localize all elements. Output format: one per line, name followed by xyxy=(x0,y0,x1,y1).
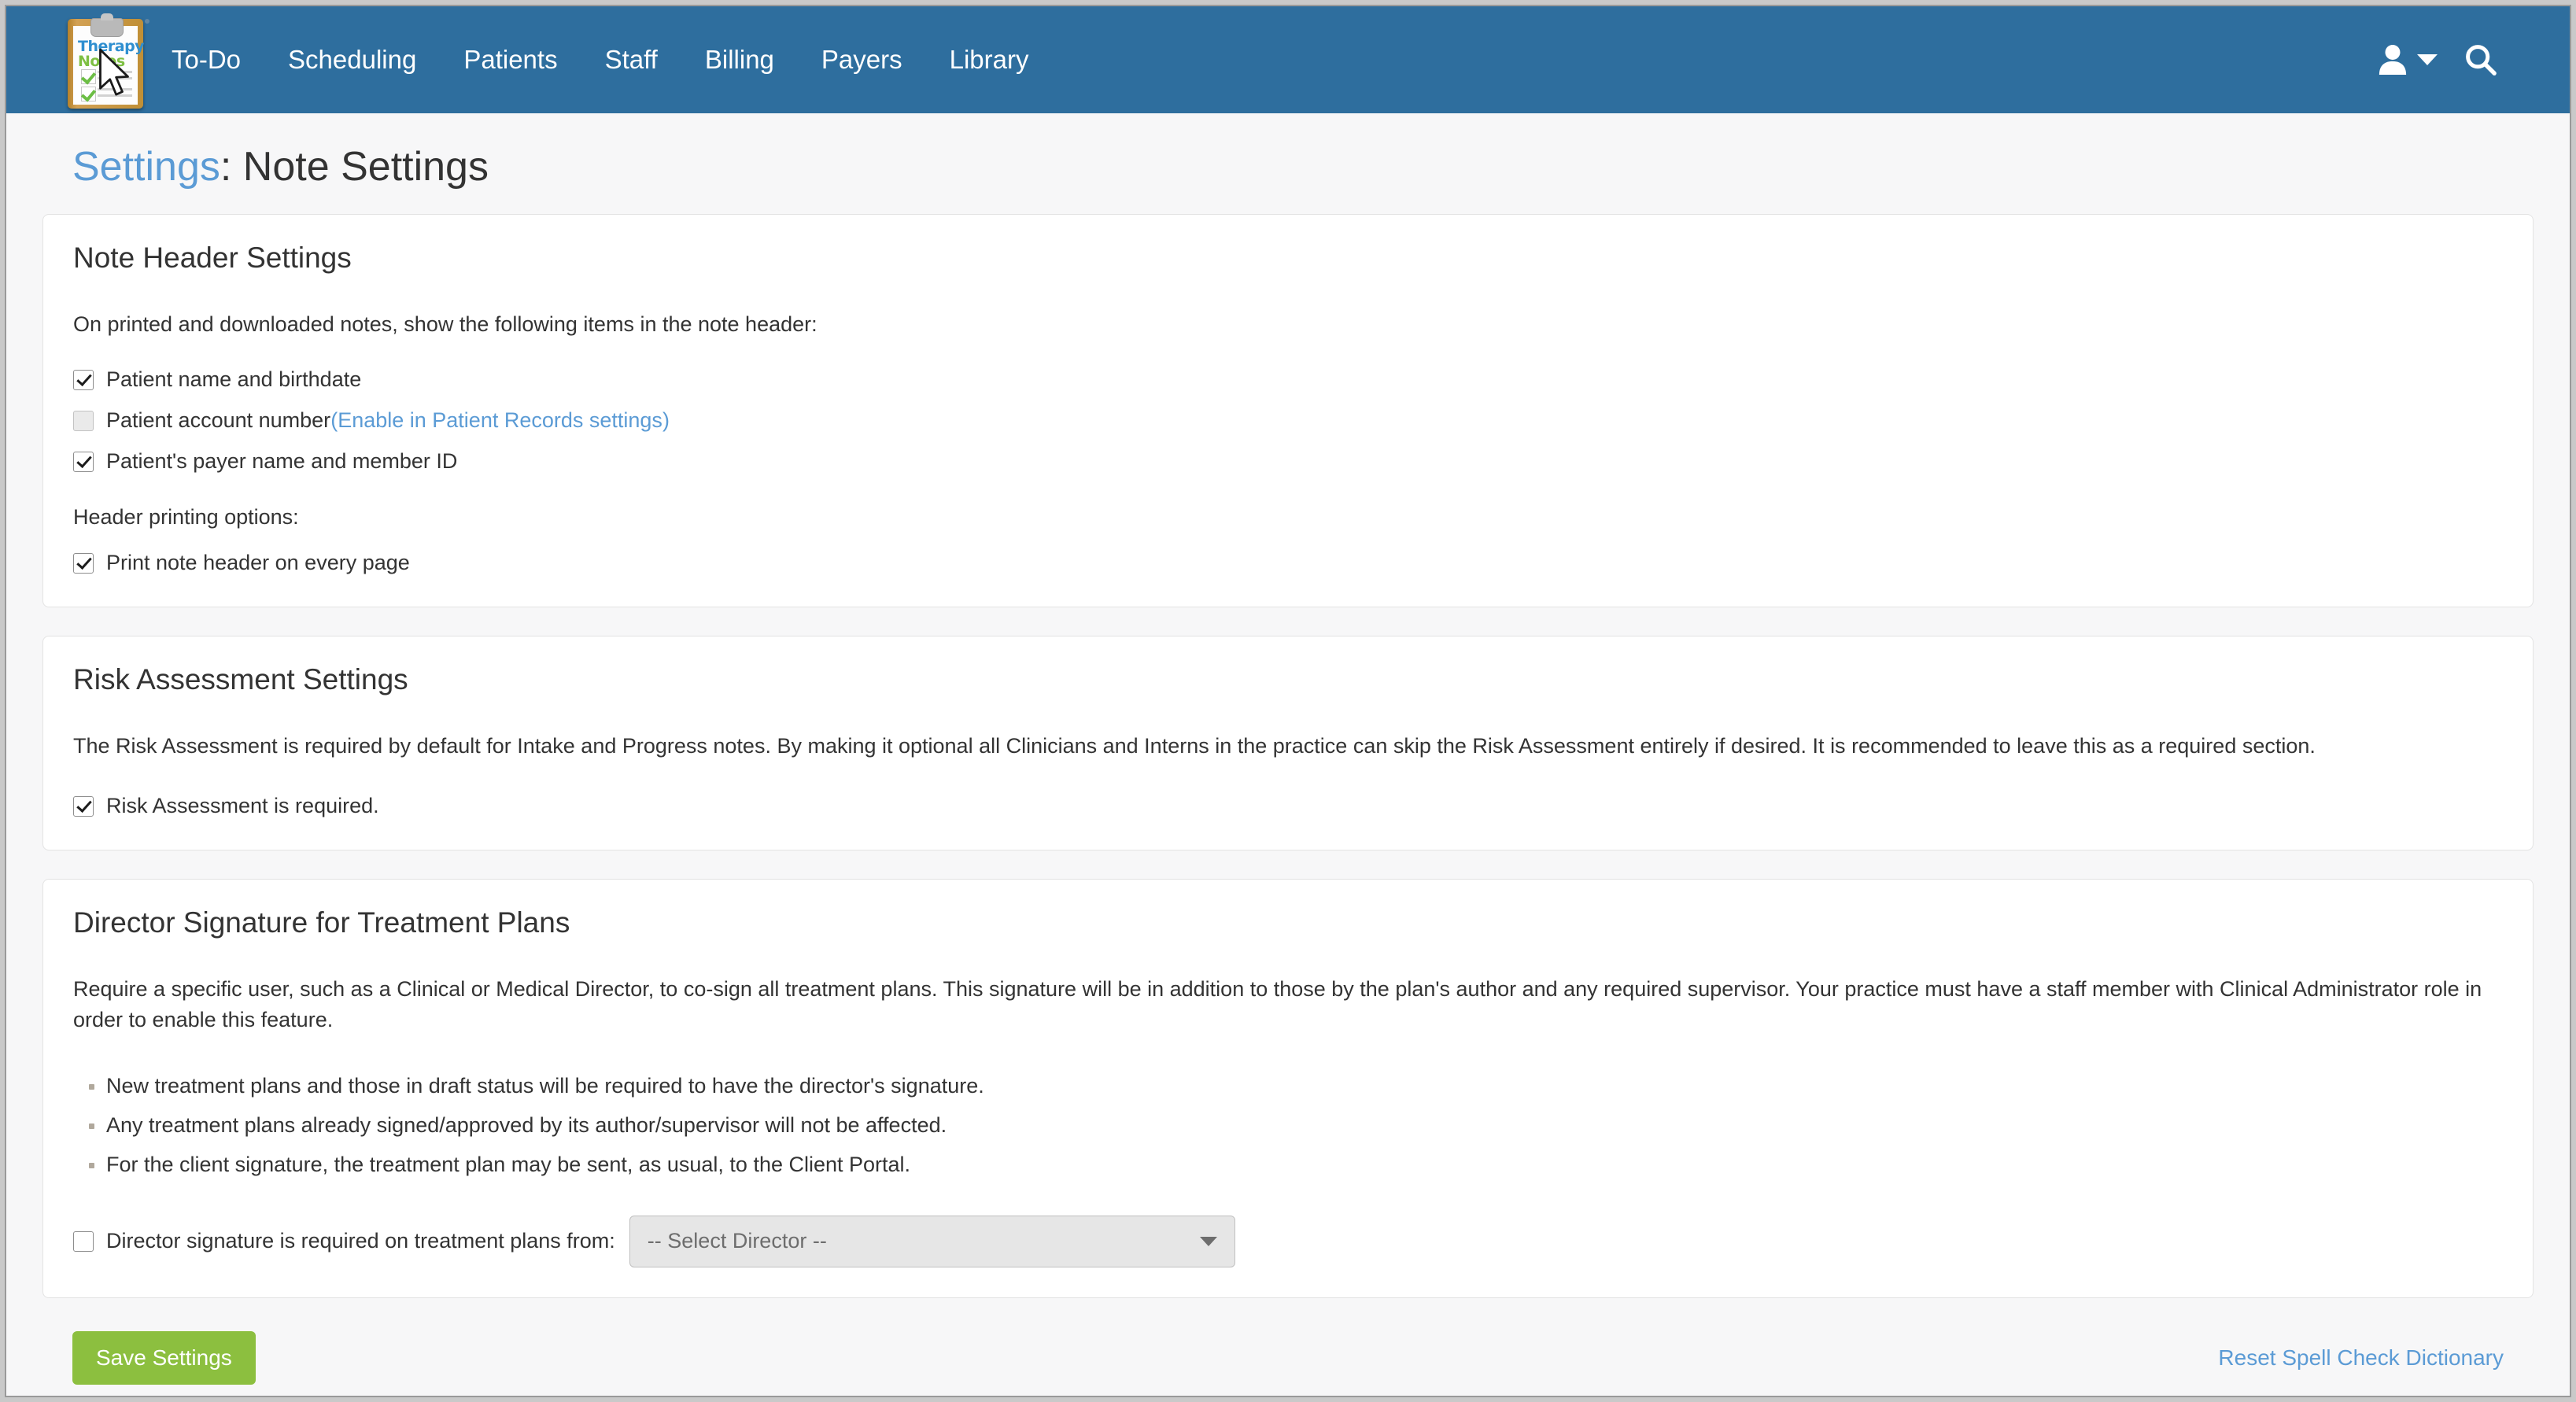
checkbox-print-note-header-every-page[interactable] xyxy=(73,553,94,574)
list-item: Any treatment plans already signed/appro… xyxy=(84,1105,2503,1145)
list-item: New treatment plans and those in draft s… xyxy=(84,1066,2503,1105)
director-select[interactable]: -- Select Director -- xyxy=(629,1216,1235,1267)
clipboard-icon: Therapy Notes xyxy=(68,19,143,109)
checkbox-director-signature-required[interactable] xyxy=(73,1231,94,1252)
checkbox-risk-assessment-required[interactable] xyxy=(73,796,94,817)
footer-actions: Save Settings Reset Spell Check Dictiona… xyxy=(42,1326,2534,1397)
checkbox-label-patient-name-birthdate: Patient name and birthdate xyxy=(106,365,361,393)
director-signature-settings-card: Director Signature for Treatment Plans R… xyxy=(42,879,2534,1297)
nav-item-library[interactable]: Library xyxy=(926,6,1053,113)
registered-trademark-mark xyxy=(145,19,149,24)
page-title: Settings: Note Settings xyxy=(42,113,2534,214)
browser-window: Therapy Notes To-Do Scheduling Patients … xyxy=(5,5,2571,1397)
user-menu-button[interactable] xyxy=(2378,43,2438,76)
page-title-separator: : xyxy=(220,144,243,190)
save-settings-button[interactable]: Save Settings xyxy=(72,1331,256,1385)
therapynotes-logo[interactable]: Therapy Notes xyxy=(68,13,143,109)
risk-assessment-settings-intro: The Risk Assessment is required by defau… xyxy=(73,731,2503,762)
paren-open: ( xyxy=(330,408,338,432)
director-signature-heading: Director Signature for Treatment Plans xyxy=(73,906,2503,939)
nav-links: To-Do Scheduling Patients Staff Billing … xyxy=(148,6,1053,113)
checkbox-label-payer-name-member-id: Patient's payer name and member ID xyxy=(106,447,457,475)
director-signature-intro: Require a specific user, such as a Clini… xyxy=(73,974,2503,1035)
logo-check-2-icon xyxy=(81,87,96,101)
note-header-settings-heading: Note Header Settings xyxy=(73,242,2503,275)
nav-item-payers[interactable]: Payers xyxy=(798,6,926,113)
checkbox-patient-name-birthdate[interactable] xyxy=(73,370,94,390)
chevron-down-icon xyxy=(2417,54,2438,65)
logo-check-1-icon xyxy=(81,69,96,84)
logo-line-2 xyxy=(98,77,132,79)
breadcrumb-settings[interactable]: Settings xyxy=(72,144,220,190)
checkbox-label-director-signature-required: Director signature is required on treatm… xyxy=(106,1229,615,1253)
risk-assessment-settings-heading: Risk Assessment Settings xyxy=(73,663,2503,696)
reset-spell-check-dictionary-link[interactable]: Reset Spell Check Dictionary xyxy=(2218,1345,2504,1371)
checkbox-row-patient-account-number: Patient account number(Enable in Patient… xyxy=(73,406,2503,434)
chevron-down-icon xyxy=(1200,1237,1217,1246)
list-item: For the client signature, the treatment … xyxy=(84,1145,2503,1184)
note-header-settings-card: Note Header Settings On printed and down… xyxy=(42,214,2534,607)
checkbox-patient-account-number xyxy=(73,411,94,431)
risk-assessment-settings-card: Risk Assessment Settings The Risk Assess… xyxy=(42,636,2534,850)
page-title-text: Note Settings xyxy=(243,144,489,190)
clipboard-clamp xyxy=(90,18,124,37)
checkbox-row-patient-name: Patient name and birthdate xyxy=(73,365,2503,393)
checkbox-label-risk-assessment-required: Risk Assessment is required. xyxy=(106,791,379,820)
checkbox-payer-name-member-id[interactable] xyxy=(73,452,94,472)
director-select-value: -- Select Director -- xyxy=(648,1229,827,1253)
top-navigation-bar: Therapy Notes To-Do Scheduling Patients … xyxy=(6,6,2570,113)
screenshot-root: Therapy Notes To-Do Scheduling Patients … xyxy=(0,0,2576,1402)
user-icon xyxy=(2378,43,2408,76)
logo-line-1 xyxy=(98,71,132,73)
header-printing-options-label: Header printing options: xyxy=(73,505,2503,529)
checkbox-row-payer-name: Patient's payer name and member ID xyxy=(73,447,2503,475)
logo-line-4 xyxy=(98,94,132,97)
page-body: Settings: Note Settings Note Header Sett… xyxy=(6,113,2570,1397)
director-select-row: Director signature is required on treatm… xyxy=(73,1216,2503,1267)
note-header-settings-intro: On printed and downloaded notes, show th… xyxy=(73,309,2503,340)
paren-close: ) xyxy=(662,408,670,432)
checkbox-label-print-note-header-every-page: Print note header on every page xyxy=(106,548,410,577)
director-signature-bullet-list: New treatment plans and those in draft s… xyxy=(73,1066,2503,1184)
checkbox-row-risk-assessment-required: Risk Assessment is required. xyxy=(73,791,2503,820)
nav-item-billing[interactable]: Billing xyxy=(681,6,798,113)
brand-slot: Therapy Notes xyxy=(6,6,148,113)
logo-line-3 xyxy=(98,88,132,90)
enable-in-patient-records-link[interactable]: Enable in Patient Records settings xyxy=(338,408,662,432)
checkbox-row-print-header: Print note header on every page xyxy=(73,548,2503,577)
nav-item-scheduling[interactable]: Scheduling xyxy=(264,6,440,113)
search-button[interactable] xyxy=(2464,43,2497,76)
nav-item-staff[interactable]: Staff xyxy=(581,6,681,113)
logo-word-notes: Notes xyxy=(78,54,125,69)
navbar-right-controls xyxy=(2378,43,2570,76)
nav-item-patients[interactable]: Patients xyxy=(440,6,581,113)
nav-item-to-do[interactable]: To-Do xyxy=(148,6,264,113)
search-icon xyxy=(2464,43,2497,76)
checkbox-label-patient-account-number: Patient account number xyxy=(106,408,330,432)
